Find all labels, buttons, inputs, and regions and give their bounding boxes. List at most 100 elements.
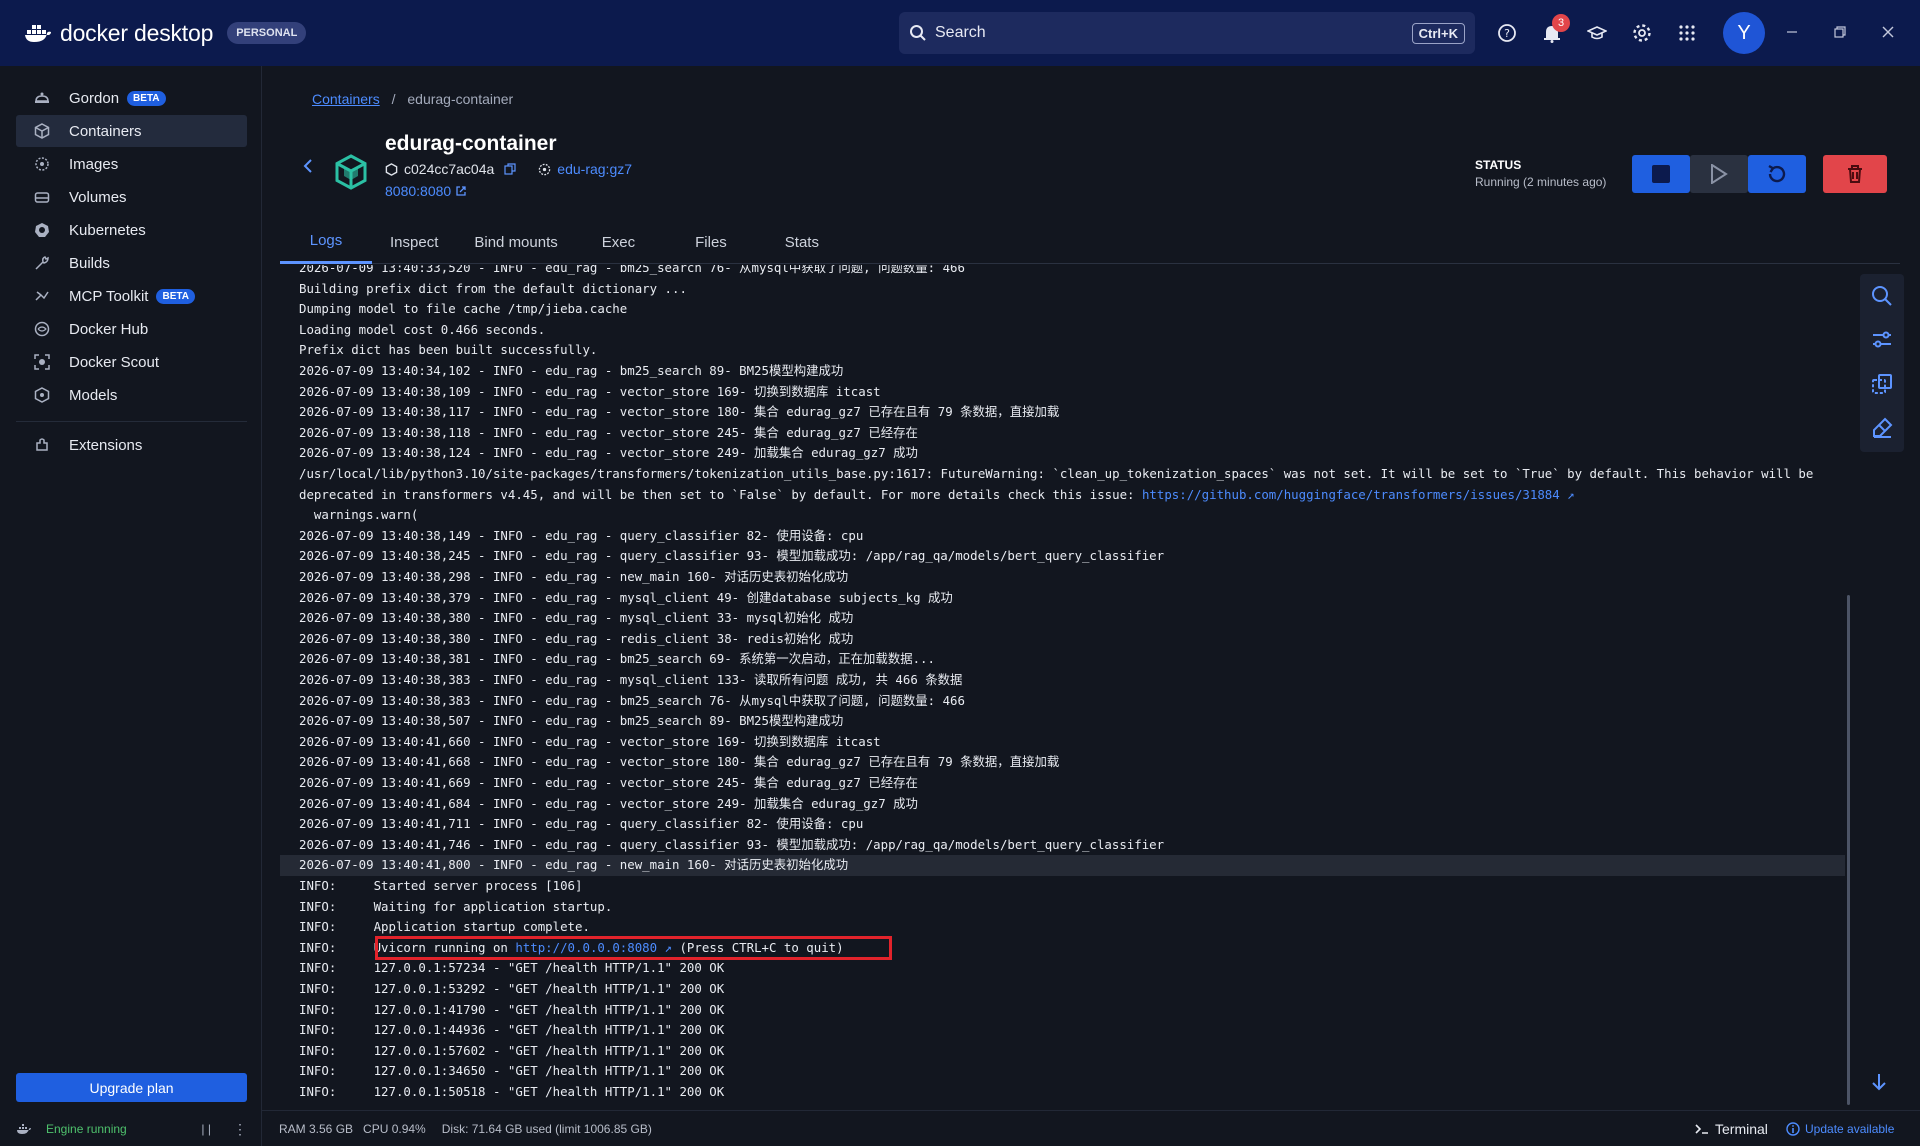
tab-exec[interactable]: Exec — [576, 220, 661, 264]
sidebar-item-images[interactable]: Images — [16, 148, 247, 180]
sidebar-item-gordon[interactable]: Gordon BETA — [16, 82, 247, 114]
container-id: c024cc7ac04a — [404, 161, 495, 177]
sidebar-item-containers[interactable]: Containers — [16, 115, 247, 147]
upgrade-plan-button[interactable]: Upgrade plan — [16, 1073, 247, 1102]
log-line: 2026-07-09 13:40:41,746 - INFO - edu_rag… — [280, 835, 1845, 856]
learning-center-button[interactable] — [1574, 12, 1619, 54]
container-icon — [33, 122, 51, 140]
log-viewer[interactable]: 2026-07-09 13:40:33,520 - INFO - edu_rag… — [280, 265, 1845, 1110]
notifications-button[interactable]: 3 — [1529, 12, 1574, 54]
terminal-label: Terminal — [1715, 1120, 1768, 1137]
copy-icon — [1872, 374, 1892, 394]
start-button[interactable] — [1690, 155, 1748, 193]
back-button[interactable] — [302, 158, 314, 179]
log-text: 2026-07-09 13:40:38,245 - INFO - edu_rag… — [299, 548, 1165, 564]
log-text: 2026-07-09 13:40:38,383 - INFO - edu_rag… — [299, 692, 965, 708]
search-logs-button[interactable] — [1860, 274, 1904, 318]
stop-icon — [1652, 165, 1670, 183]
log-text: 2026-07-09 13:40:38,379 - INFO - edu_rag… — [299, 589, 953, 605]
tab-bind-mounts[interactable]: Bind mounts — [456, 220, 575, 264]
log-text: INFO: 127.0.0.1:50518 - "GET /health HTT… — [299, 1084, 725, 1099]
stop-button[interactable] — [1632, 155, 1690, 193]
log-line: 2026-07-09 13:40:38,380 - INFO - edu_rag… — [280, 608, 1845, 629]
svg-text:?: ? — [1504, 27, 1510, 40]
sidebar-item-models[interactable]: Models — [16, 379, 247, 411]
sidebar-item-kubernetes[interactable]: Kubernetes — [16, 214, 247, 246]
log-text: 2026-07-09 13:40:41,660 - INFO - edu_rag… — [299, 733, 881, 749]
breadcrumb-containers-link[interactable]: Containers — [312, 91, 380, 107]
breadcrumb-separator: / — [391, 91, 396, 107]
log-line: 2026-07-09 13:40:38,118 - INFO - edu_rag… — [280, 423, 1845, 444]
external-link-icon — [456, 186, 466, 196]
delete-button[interactable] — [1823, 155, 1887, 193]
search-bar[interactable]: Search Ctrl+K — [899, 12, 1475, 54]
tab-files[interactable]: Files — [661, 220, 761, 264]
log-text: 2026-07-09 13:40:41,684 - INFO - edu_rag… — [299, 795, 918, 811]
container-meta: c024cc7ac04a edu-rag:gz7 — [385, 161, 632, 177]
minimize-button[interactable] — [1780, 20, 1804, 44]
container-image-link[interactable]: edu-rag:gz7 — [557, 161, 632, 177]
log-text: 2026-07-09 13:40:38,109 - INFO - edu_rag… — [299, 383, 881, 399]
filter-logs-button[interactable] — [1860, 318, 1904, 362]
log-line: INFO: 127.0.0.1:44936 - "GET /health HTT… — [280, 1020, 1845, 1041]
tab-stats[interactable]: Stats — [761, 220, 843, 264]
user-avatar[interactable]: Y — [1723, 12, 1765, 54]
clear-logs-button[interactable] — [1860, 406, 1904, 450]
log-text: Dumping model to file cache /tmp/jieba.c… — [299, 301, 628, 317]
sidebar-item-docker-hub[interactable]: Docker Hub — [16, 313, 247, 345]
log-text: Building prefix dict from the default di… — [299, 280, 687, 296]
filter-icon — [1873, 331, 1891, 348]
issue-link[interactable]: https://github.com/huggingface/transform… — [1142, 487, 1560, 502]
settings-button[interactable] — [1619, 12, 1664, 54]
gordon-icon — [33, 89, 51, 107]
apps-grid-button[interactable] — [1664, 12, 1709, 54]
close-window-button[interactable] — [1876, 20, 1900, 44]
sidebar-item-label: Docker Hub — [69, 320, 149, 338]
volume-icon — [33, 188, 51, 206]
log-scrollbar[interactable] — [1845, 265, 1855, 1110]
help-button[interactable]: ? — [1484, 12, 1529, 54]
cpu-usage: CPU 0.94% — [363, 1121, 426, 1136]
terminal-icon — [1695, 1123, 1708, 1134]
log-line: INFO: Application startup complete. — [280, 917, 1845, 938]
sidebar-item-volumes[interactable]: Volumes — [16, 181, 247, 213]
tab-inspect[interactable]: Inspect — [372, 220, 456, 264]
ram-usage: RAM 3.56 GB — [279, 1121, 354, 1136]
copy-icon[interactable] — [504, 163, 516, 175]
sidebar-item-mcp-toolkit[interactable]: MCP Toolkit BETA — [16, 280, 247, 312]
log-line: INFO: 127.0.0.1:34650 - "GET /health HTT… — [280, 1061, 1845, 1082]
docker-logo[interactable]: docker desktop PERSONAL — [24, 20, 307, 47]
log-text: 2026-07-09 13:40:38,117 - INFO - edu_rag… — [299, 404, 1060, 420]
log-text: INFO: Started server process [106] — [299, 878, 583, 893]
terminal-button[interactable]: Terminal — [1695, 1121, 1768, 1137]
sidebar-item-docker-scout[interactable]: Docker Scout — [16, 346, 247, 378]
scroll-thumb[interactable] — [1847, 595, 1850, 1105]
tab-logs[interactable]: Logs — [280, 220, 372, 264]
restart-button[interactable] — [1748, 155, 1806, 193]
port-link[interactable]: 8080:8080 — [385, 183, 467, 199]
log-text: INFO: Waiting for application startup. — [299, 898, 613, 914]
log-text: Loading model cost 0.466 seconds. — [299, 321, 546, 337]
notification-count-badge: 3 — [1552, 14, 1570, 32]
image-icon — [539, 163, 551, 175]
port-mapping[interactable]: 8080:8080 — [385, 183, 451, 199]
maximize-button[interactable] — [1828, 20, 1852, 44]
log-line: 2026-07-09 13:40:38,245 - INFO - edu_rag… — [280, 546, 1845, 567]
search-icon — [910, 25, 926, 41]
engine-more-button[interactable]: ⋮ — [233, 1121, 247, 1138]
copy-logs-button[interactable] — [1860, 362, 1904, 406]
log-line: 2026-07-09 13:40:38,124 - INFO - edu_rag… — [280, 443, 1845, 464]
sidebar-item-label: Docker Scout — [69, 353, 160, 371]
pause-engine-button[interactable]: | | — [201, 1122, 211, 1136]
trash-icon — [1848, 165, 1862, 183]
sidebar-item-builds[interactable]: Builds — [16, 247, 247, 279]
log-text: INFO: 127.0.0.1:53292 - "GET /health HTT… — [299, 981, 725, 996]
update-available-link[interactable]: Update available — [1786, 1122, 1894, 1136]
external-link-icon: ↗ — [1559, 486, 1575, 502]
sidebar-item-label: Volumes — [69, 188, 127, 206]
plan-badge: PERSONAL — [227, 22, 307, 44]
graduation-cap-icon — [1586, 26, 1607, 40]
restore-icon — [1834, 26, 1846, 38]
scroll-to-bottom-button[interactable] — [1870, 1072, 1888, 1098]
sidebar-item-extensions[interactable]: Extensions — [16, 429, 247, 461]
